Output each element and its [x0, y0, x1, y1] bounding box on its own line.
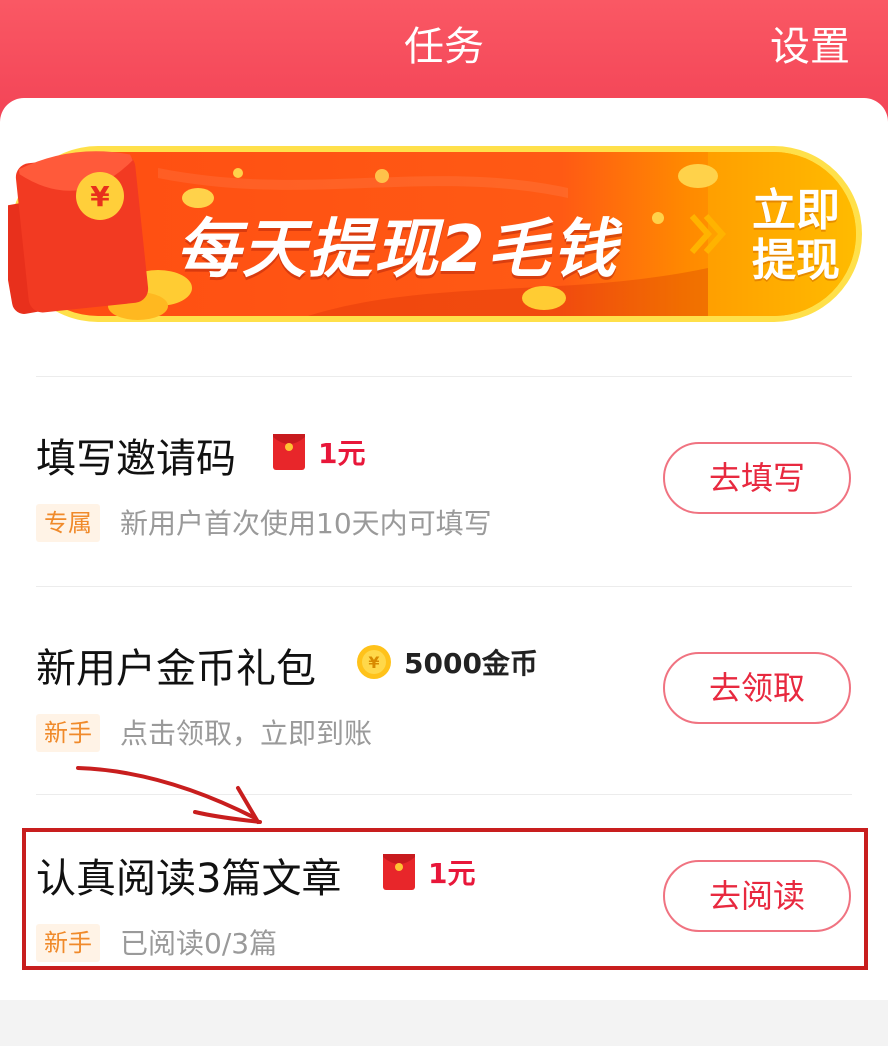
svg-text:¥: ¥	[368, 653, 379, 672]
task-title: 认真阅读3篇文章	[36, 856, 342, 902]
task-title: 填写邀请码	[36, 436, 236, 482]
carousel-dot-active[interactable]	[428, 356, 439, 367]
svg-text:¥: ¥	[90, 180, 110, 213]
task-list-panel: ¥ 每天提现2毛钱 立即 提现 填写邀请码 1元 专属 新用户首次使用10天内可…	[0, 98, 888, 1000]
withdraw-banner[interactable]: ¥ 每天提现2毛钱 立即 提现	[8, 138, 868, 367]
divider	[36, 376, 852, 377]
cta-line2: 提现	[752, 235, 840, 286]
task-progress: 已阅读0/3篇	[120, 927, 278, 960]
claim-coin-gift-button[interactable]: 去领取	[663, 652, 851, 724]
red-envelope-icon	[383, 854, 415, 890]
read-articles-button[interactable]: 去阅读	[663, 860, 851, 932]
task-title: 新用户金币礼包	[36, 646, 316, 692]
task-reward: 1元	[382, 852, 475, 892]
tag-exclusive: 专属	[36, 504, 100, 542]
divider	[36, 794, 852, 795]
carousel-dot[interactable]	[494, 356, 505, 367]
carousel-dot[interactable]	[362, 356, 373, 367]
withdraw-now-button[interactable]: 立即 提现	[748, 186, 844, 286]
page-title: 任务	[404, 24, 484, 70]
settings-button[interactable]: 设置	[770, 14, 850, 72]
task-row-invite-code: 填写邀请码 1元 专属 新用户首次使用10天内可填写 去填写	[0, 426, 888, 626]
tag-newbie: 新手	[36, 714, 100, 752]
tag-newbie: 新手	[36, 924, 100, 962]
task-description: 点击领取，立即到账	[120, 717, 373, 750]
reward-amount: 1元	[428, 857, 476, 890]
reward-amount: 1元	[318, 437, 366, 470]
task-reward: 1元	[272, 432, 365, 472]
carousel-dot[interactable]	[395, 356, 406, 367]
task-reward: ¥ 5000金币	[356, 642, 538, 682]
reward-amount: 5000金币	[404, 647, 538, 680]
banner-headline: 每天提现2毛钱	[176, 213, 619, 287]
gold-coin-icon: ¥	[357, 645, 391, 679]
fill-invite-code-button[interactable]: 去填写	[663, 442, 851, 514]
task-description: 新用户首次使用10天内可填写	[120, 507, 492, 540]
carousel-dot[interactable]	[461, 356, 472, 367]
task-row-coin-gift: 新用户金币礼包 ¥ 5000金币 新手 点击领取，立即到账 去领取	[0, 636, 888, 836]
carousel-indicator	[362, 356, 505, 370]
cta-line1: 立即	[752, 185, 840, 236]
red-envelope-icon	[273, 434, 305, 470]
task-row-read-articles: 认真阅读3篇文章 1元 新手 已阅读0/3篇 去阅读	[0, 846, 888, 1046]
red-envelope-illustration: ¥	[8, 151, 149, 314]
divider	[36, 586, 852, 587]
